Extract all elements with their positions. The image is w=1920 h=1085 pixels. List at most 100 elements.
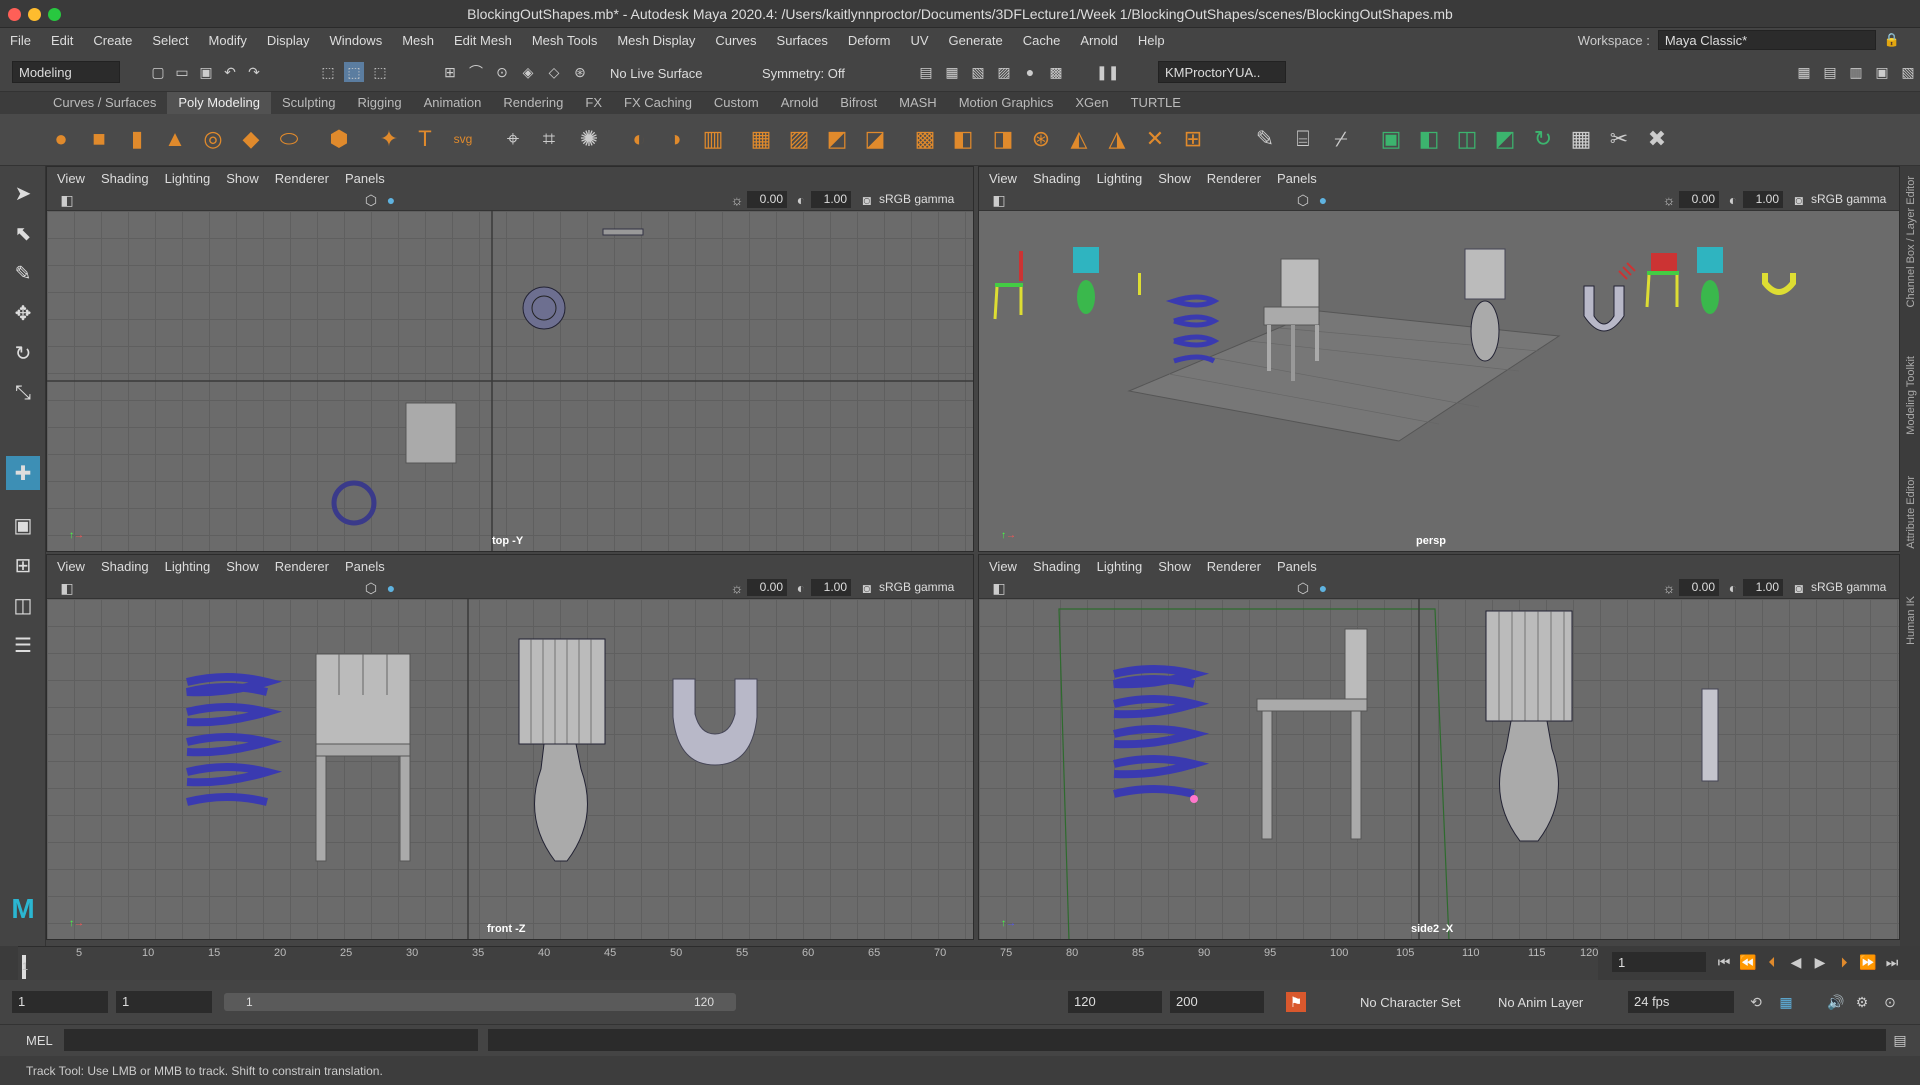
view-transform-label[interactable]: sRGB gamma bbox=[1811, 192, 1886, 206]
multi-cut-icon[interactable]: ✎ bbox=[1250, 124, 1280, 154]
menu-modify[interactable]: Modify bbox=[209, 33, 247, 48]
save-scene-icon[interactable]: ▣ bbox=[196, 62, 216, 82]
vp-menu-lighting[interactable]: Lighting bbox=[165, 559, 211, 574]
wireframe-icon[interactable]: ⬡ bbox=[361, 190, 381, 210]
sew-uv-icon[interactable]: ✖ bbox=[1642, 124, 1672, 154]
scale-tool-icon[interactable]: ⤡ bbox=[8, 378, 38, 408]
tab-modeling-toolkit[interactable]: Modeling Toolkit bbox=[1905, 356, 1917, 435]
vp-menu-shading[interactable]: Shading bbox=[1033, 559, 1081, 574]
cache-playback-icon[interactable]: ▦ bbox=[1776, 992, 1796, 1012]
uv-editor-icon[interactable]: ▣ bbox=[1376, 124, 1406, 154]
gamma-field[interactable]: 1.00 bbox=[811, 191, 851, 208]
four-view-layout-icon[interactable]: ⊞ bbox=[8, 550, 38, 580]
gamma-icon[interactable]: ◐ bbox=[1723, 190, 1743, 210]
bevel-icon[interactable]: ◩ bbox=[822, 124, 852, 154]
step-forward-key-icon[interactable]: ⏩ bbox=[1858, 952, 1878, 972]
combine-icon[interactable]: ⌖ bbox=[498, 124, 528, 154]
poly-text-icon[interactable]: T bbox=[410, 124, 440, 154]
tab-fx[interactable]: FX bbox=[574, 92, 613, 114]
tab-poly-modeling[interactable]: Poly Modeling bbox=[167, 92, 271, 114]
snap-grid-icon[interactable]: ⊞ bbox=[440, 62, 460, 82]
select-object-icon[interactable]: ⬚ bbox=[344, 62, 364, 82]
target-weld-icon[interactable]: ✕ bbox=[1140, 124, 1170, 154]
wireframe-icon[interactable]: ⬡ bbox=[1293, 578, 1313, 598]
separate-icon[interactable]: ⌗ bbox=[534, 124, 564, 154]
wedge-icon[interactable]: ◨ bbox=[988, 124, 1018, 154]
anim-layer-dropdown[interactable]: No Anim Layer bbox=[1498, 995, 1583, 1010]
exposure-field[interactable]: 0.00 bbox=[1679, 191, 1719, 208]
tab-animation[interactable]: Animation bbox=[413, 92, 493, 114]
boolean-icon[interactable]: ◐ bbox=[624, 124, 654, 154]
poly-cone-icon[interactable]: ▲ bbox=[160, 124, 190, 154]
viewport-persp[interactable]: View Shading Lighting Show Renderer Pane… bbox=[978, 166, 1900, 552]
planar-mapping-icon[interactable]: ◧ bbox=[1414, 124, 1444, 154]
tab-mash[interactable]: MASH bbox=[888, 92, 948, 114]
snap-curve-icon[interactable]: ⌒ bbox=[466, 62, 486, 82]
menu-mesh-tools[interactable]: Mesh Tools bbox=[532, 33, 598, 48]
redo-icon[interactable]: ↷ bbox=[244, 62, 264, 82]
tab-curves-surfaces[interactable]: Curves / Surfaces bbox=[42, 92, 167, 114]
vp-menu-renderer[interactable]: Renderer bbox=[275, 559, 329, 574]
outliner-layout-icon[interactable]: ☰ bbox=[8, 630, 38, 660]
collapse-icon[interactable]: ◭ bbox=[1064, 124, 1094, 154]
vp-menu-panels[interactable]: Panels bbox=[1277, 171, 1317, 186]
step-forward-frame-icon[interactable]: ⏵ bbox=[1834, 952, 1854, 972]
channel-box-icon[interactable]: ▣ bbox=[1872, 62, 1892, 82]
camera-icon[interactable]: ◧ bbox=[57, 190, 77, 210]
vp-menu-view[interactable]: View bbox=[989, 559, 1017, 574]
insert-edge-loop-icon[interactable]: ⌸ bbox=[1288, 124, 1318, 154]
tab-turtle[interactable]: TURTLE bbox=[1120, 92, 1192, 114]
menu-mesh-display[interactable]: Mesh Display bbox=[617, 33, 695, 48]
menu-set-dropdown[interactable]: Modeling bbox=[12, 61, 120, 83]
camera-icon[interactable]: ◧ bbox=[57, 578, 77, 598]
sound-icon[interactable]: 🔊 bbox=[1826, 992, 1846, 1012]
vp-menu-show[interactable]: Show bbox=[1158, 171, 1191, 186]
exposure-icon[interactable]: ☼ bbox=[1659, 190, 1679, 210]
current-frame-field[interactable]: 1 bbox=[1612, 952, 1706, 972]
smooth-shade-icon[interactable]: ● bbox=[1313, 190, 1333, 210]
poke-icon[interactable]: ◧ bbox=[948, 124, 978, 154]
ipr-render-icon[interactable]: ▧ bbox=[968, 62, 988, 82]
vp-menu-view[interactable]: View bbox=[989, 171, 1017, 186]
playback-end-field[interactable]: 120 bbox=[1068, 991, 1162, 1013]
tab-bifrost[interactable]: Bifrost bbox=[829, 92, 888, 114]
menu-create[interactable]: Create bbox=[93, 33, 132, 48]
gamma-field[interactable]: 1.00 bbox=[811, 579, 851, 596]
exposure-icon[interactable]: ☼ bbox=[727, 190, 747, 210]
color-management-icon[interactable]: ◙ bbox=[1789, 190, 1809, 210]
view-transform-label[interactable]: sRGB gamma bbox=[1811, 580, 1886, 594]
color-management-icon[interactable]: ◙ bbox=[1789, 578, 1809, 598]
go-to-start-icon[interactable]: ⏮ bbox=[1714, 952, 1734, 972]
symmetry-dropdown[interactable]: Symmetry: Off bbox=[762, 66, 845, 81]
smooth-shade-icon[interactable]: ● bbox=[381, 190, 401, 210]
lasso-tool-icon[interactable]: ⬉ bbox=[8, 218, 38, 248]
step-back-frame-icon[interactable]: ⏴ bbox=[1762, 952, 1782, 972]
select-component-icon[interactable]: ⬚ bbox=[370, 62, 390, 82]
menu-edit-mesh[interactable]: Edit Mesh bbox=[454, 33, 512, 48]
vp-menu-renderer[interactable]: Renderer bbox=[275, 171, 329, 186]
render-view-icon[interactable]: ▤ bbox=[916, 62, 936, 82]
svg-icon[interactable]: svg bbox=[448, 124, 478, 154]
viewport-canvas-top[interactable]: ↑→ bbox=[47, 211, 973, 551]
vp-menu-lighting[interactable]: Lighting bbox=[1097, 171, 1143, 186]
outliner-icon[interactable]: ▧ bbox=[1898, 62, 1918, 82]
viewport-front[interactable]: View Shading Lighting Show Renderer Pane… bbox=[46, 554, 974, 940]
modeling-toolkit-icon[interactable]: ▦ bbox=[1794, 62, 1814, 82]
last-tool-icon[interactable]: ✚ bbox=[6, 456, 40, 490]
step-back-key-icon[interactable]: ⏪ bbox=[1738, 952, 1758, 972]
vp-menu-shading[interactable]: Shading bbox=[101, 171, 149, 186]
vp-menu-view[interactable]: View bbox=[57, 171, 85, 186]
vp-menu-show[interactable]: Show bbox=[226, 171, 259, 186]
lock-icon[interactable]: 🔒 bbox=[1884, 32, 1900, 48]
append-icon[interactable]: ◪ bbox=[860, 124, 890, 154]
gamma-icon[interactable]: ◐ bbox=[791, 190, 811, 210]
command-input[interactable] bbox=[64, 1029, 478, 1051]
rotate-tool-icon[interactable]: ↻ bbox=[8, 338, 38, 368]
fps-dropdown[interactable]: 24 fps bbox=[1628, 991, 1734, 1013]
viewport-canvas-persp[interactable]: ↑→ bbox=[979, 211, 1899, 551]
spherical-mapping-icon[interactable]: ◩ bbox=[1490, 124, 1520, 154]
snap-view-icon[interactable]: ◇ bbox=[544, 62, 564, 82]
platonic-solid-icon[interactable]: ⬢ bbox=[324, 124, 354, 154]
uv-layout-icon[interactable]: ▦ bbox=[1566, 124, 1596, 154]
vp-menu-panels[interactable]: Panels bbox=[1277, 559, 1317, 574]
